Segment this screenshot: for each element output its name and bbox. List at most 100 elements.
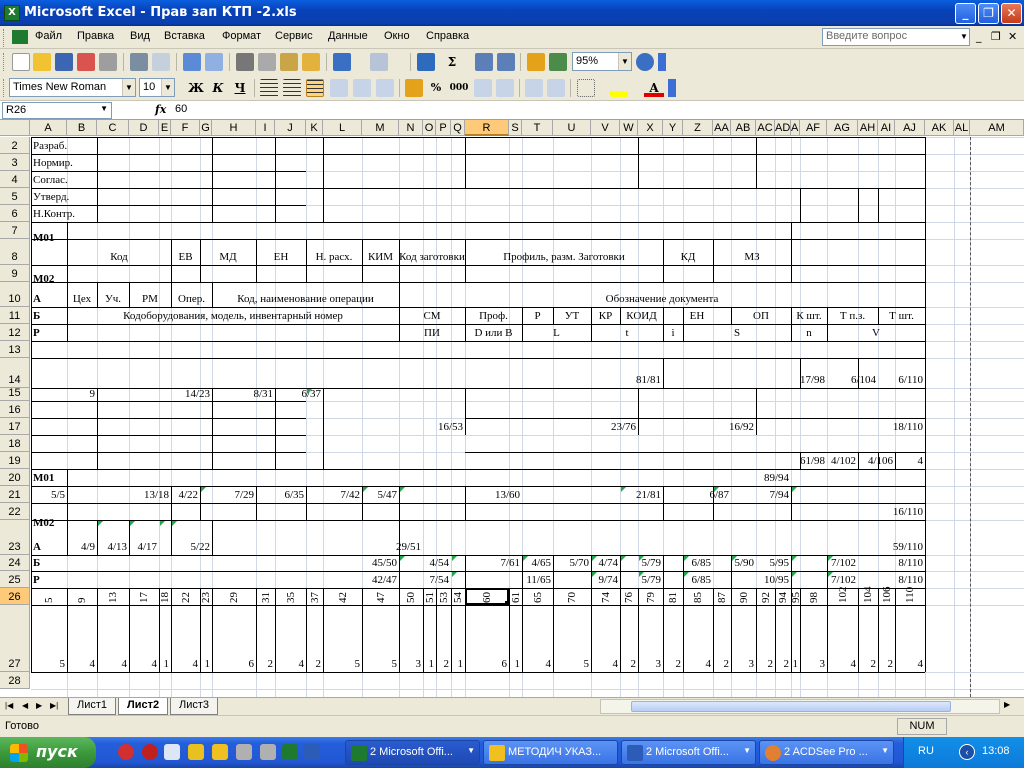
menu-insert[interactable]: Вставка [164,30,205,42]
ask-dropdown-icon[interactable]: ▼ [958,29,970,45]
sort-descending-icon[interactable] [497,53,515,71]
column-header-H[interactable]: H [212,120,256,136]
row-header-22[interactable]: 22 [0,503,30,520]
explorer-icon[interactable] [212,744,228,760]
row-header-4[interactable]: 4 [0,171,30,188]
close-button[interactable]: ✕ [1001,3,1022,24]
doc-minimize-icon[interactable]: _ [976,30,982,43]
column-header-AL[interactable]: AL [954,120,970,136]
align-left-icon[interactable] [260,79,278,97]
name-box[interactable]: R26 ▼ [2,102,112,119]
column-header-U[interactable]: U [553,120,591,136]
font-size-select[interactable]: 10 ▼ [139,78,175,97]
doc-close-icon[interactable]: ✕ [1008,30,1017,43]
row-header-16[interactable]: 16 [0,401,30,418]
font-dropdown-icon[interactable]: ▼ [122,79,135,96]
column-header-AG[interactable]: AG [827,120,858,136]
columns-icon[interactable] [376,79,394,97]
column-header-AI[interactable]: AI [878,120,895,136]
column-header-M[interactable]: M [362,120,399,136]
start-button[interactable]: пуск [0,737,96,768]
column-header-V[interactable]: V [591,120,620,136]
row-header-28[interactable]: 28 [0,672,30,689]
fill-color-icon[interactable] [610,79,628,97]
menu-tools[interactable]: Сервис [275,30,313,42]
minimize-button[interactable]: _ [955,3,976,24]
toolbar-options-icon[interactable] [658,53,666,71]
column-header-S[interactable]: S [509,120,522,136]
size-dropdown-icon[interactable]: ▼ [161,79,174,96]
row-header-7[interactable]: 7 [0,222,30,239]
task-excel[interactable]: 2 Microsoft Offi... ▼ [345,740,480,765]
bold-button[interactable]: Ж [186,79,206,97]
zoom-select[interactable]: 95% ▼ [572,52,632,71]
paste-icon[interactable] [280,53,298,71]
active-cell[interactable] [465,588,509,605]
increase-indent-icon[interactable] [547,79,565,97]
word-launch-icon[interactable] [304,744,320,760]
menu-edit[interactable]: Правка [77,30,114,42]
winamp-icon[interactable] [188,744,204,760]
column-header-AM[interactable]: AM [970,120,1024,136]
column-header-N[interactable]: N [399,120,423,136]
column-header-G[interactable]: G [200,120,212,136]
menu-window[interactable]: Окно [384,30,410,42]
last-sheet-icon[interactable]: ▶| [50,701,58,710]
currency-icon[interactable] [405,79,423,97]
format-painter-icon[interactable] [302,53,320,71]
sort-ascending-icon[interactable] [475,53,493,71]
column-header-F[interactable]: F [171,120,200,136]
permission-icon[interactable] [77,53,95,71]
underline-button[interactable]: Ч [230,79,250,97]
column-header-AC[interactable]: AC [756,120,775,136]
undo-icon[interactable] [333,53,351,71]
column-header-C[interactable]: C [97,120,129,136]
toolbar-grip[interactable] [3,53,6,71]
language-indicator[interactable]: RU [918,745,934,757]
column-header-E[interactable]: E [159,120,171,136]
spreadsheet-grid[interactable]: ABCDEFGHIJKLMNOPQRSTUVWXYZAAABACADAEAFAG… [0,120,1024,697]
row-header-19[interactable]: 19 [0,452,30,469]
print-icon[interactable] [130,53,148,71]
column-header-AA[interactable]: AA [713,120,731,136]
excel-launch-icon[interactable] [282,744,298,760]
column-header-X[interactable]: X [638,120,663,136]
column-header-P[interactable]: P [436,120,451,136]
spelling-icon[interactable] [183,53,201,71]
row-header-10[interactable]: 10 [0,282,30,307]
align-center-icon[interactable] [283,79,301,97]
menu-help[interactable]: Справка [426,30,469,42]
open-icon[interactable] [33,53,51,71]
media-icon[interactable] [142,744,158,760]
scroll-right-icon[interactable]: ▶ [1004,700,1010,709]
next-sheet-icon[interactable]: ▶ [36,701,42,710]
fx-icon[interactable]: fx [155,103,166,116]
desktop-icon[interactable] [164,744,180,760]
increase-decimal-icon[interactable] [474,79,492,97]
toolbar-options-icon[interactable] [668,79,676,97]
decrease-indent-icon[interactable] [525,79,543,97]
column-header-J[interactable]: J [275,120,306,136]
row-header-18[interactable]: 18 [0,435,30,452]
row-header-8[interactable]: 8 [0,239,30,265]
cut-icon[interactable] [236,53,254,71]
task-word[interactable]: 2 Microsoft Offi... ▼ [621,740,756,765]
tray-arrow-icon[interactable]: ‹ [959,744,975,760]
sheet-tab-1[interactable]: Лист1 [68,698,117,715]
column-header-L[interactable]: L [323,120,362,136]
row-header-14[interactable]: 14 [0,358,30,388]
row-header-25[interactable]: 25 [0,571,30,588]
formula-input[interactable]: 60 [175,103,187,115]
drawing-icon[interactable] [549,53,567,71]
column-header-AJ[interactable]: AJ [895,120,925,136]
app2-icon[interactable] [260,744,276,760]
row-header-5[interactable]: 5 [0,188,30,205]
first-sheet-icon[interactable]: |◀ [5,701,13,710]
save-icon[interactable] [55,53,73,71]
app-icon[interactable] [236,744,252,760]
name-box-dropdown-icon[interactable]: ▼ [100,104,108,113]
row-header-2[interactable]: 2 [0,137,30,154]
excel-icon[interactable]: X [4,5,20,21]
percent-button[interactable]: % [426,79,446,97]
prev-sheet-icon[interactable]: ◀ [22,701,28,710]
